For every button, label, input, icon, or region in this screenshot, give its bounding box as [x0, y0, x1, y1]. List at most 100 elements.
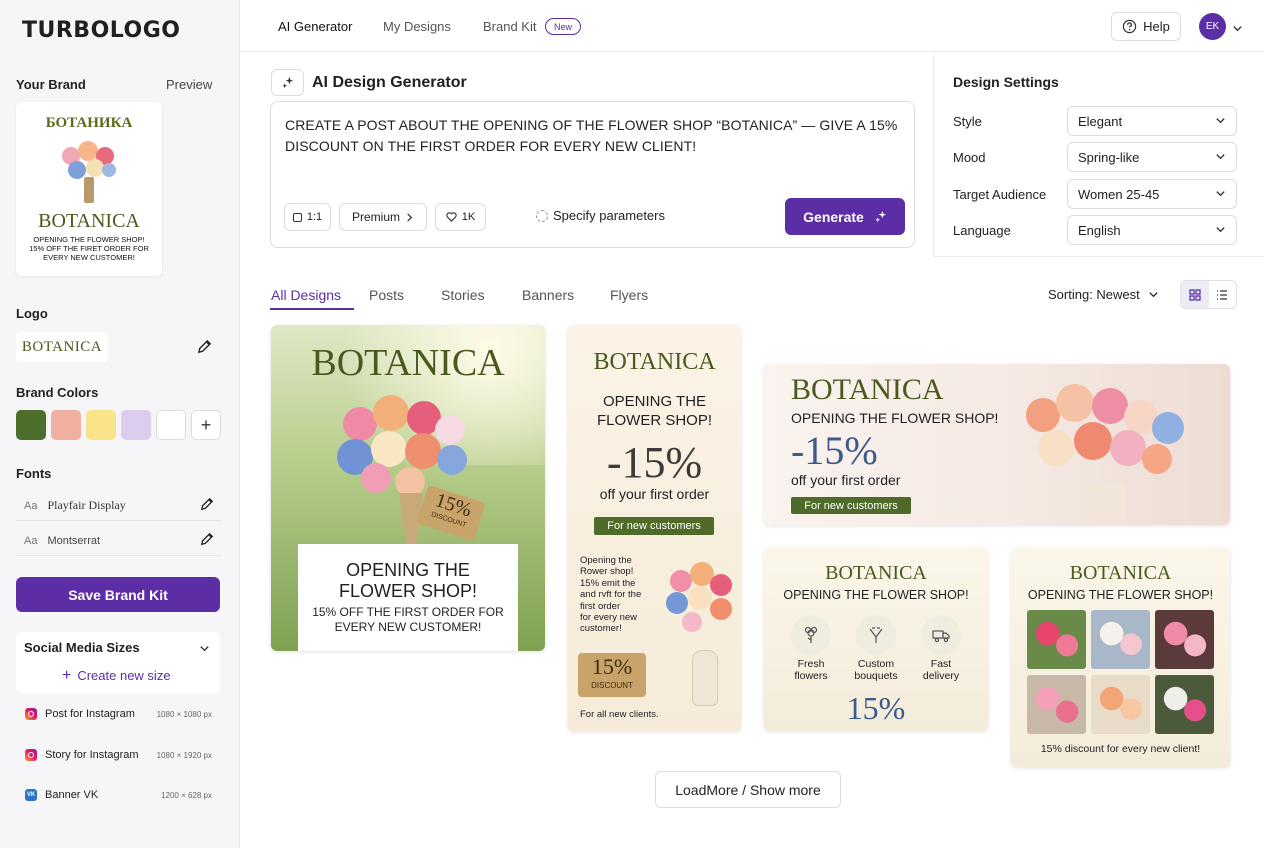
brand-color-swatch[interactable] — [16, 410, 46, 440]
nav-ai-generator[interactable]: AI Generator — [278, 19, 352, 34]
chevron-down-icon — [1216, 118, 1225, 124]
mood-label: Mood — [953, 150, 986, 165]
square-icon — [292, 212, 302, 222]
plus-icon: + — [62, 666, 72, 684]
list-view-icon[interactable] — [1209, 281, 1237, 308]
save-brand-kit-button[interactable]: Save Brand Kit — [16, 577, 220, 612]
preview-link[interactable]: Preview — [166, 77, 212, 92]
tab-flyers[interactable]: Flyers — [610, 287, 648, 303]
story-discount: -15% — [606, 438, 703, 487]
preview-line-2: 15% OFF THE FIRET ORDER FOR — [29, 244, 149, 253]
user-avatar[interactable]: EK — [1199, 13, 1226, 40]
vk-icon: VK — [25, 789, 37, 801]
fonts-heading: Fonts — [16, 466, 52, 481]
banner-discount: -15% — [791, 428, 878, 473]
design-card-post[interactable]: BOTANICA 15% DISCOUNT OPENING THE FLOWER… — [271, 325, 545, 651]
size-dims: 1200 × 628 px — [161, 790, 212, 800]
bouquet-image — [58, 137, 120, 205]
prompt-card: CREATE A POST ABOUT THE OPENING OF THE F… — [270, 101, 915, 248]
brand-color-swatch[interactable] — [156, 410, 186, 440]
grid-view-icon[interactable] — [1181, 281, 1209, 308]
language-select[interactable]: English — [1067, 215, 1237, 245]
story-para-line: Rower shop! — [580, 566, 634, 578]
brand-color-swatch[interactable] — [121, 410, 151, 440]
quality-label: Premium — [351, 210, 400, 224]
post-title: BOTANICA — [311, 342, 505, 384]
style-label: Style — [953, 114, 982, 129]
prompt-input[interactable]: CREATE A POST ABOUT THE OPENING OF THE F… — [285, 115, 900, 157]
tab-stories[interactable]: Stories — [441, 287, 485, 303]
design-card-banner[interactable]: BOTANICA OPENING THE FLOWER SHOP! -15% o… — [764, 364, 1230, 525]
features-title: BOTANICA — [825, 562, 927, 584]
chevron-down-icon[interactable] — [1232, 21, 1243, 39]
style-select[interactable]: Elegant — [1067, 106, 1237, 136]
help-button[interactable]: Help — [1111, 12, 1181, 41]
feature-line: Fast — [930, 658, 952, 670]
audience-value: Women 25-45 — [1078, 186, 1160, 202]
story-title: BOTANICA — [593, 349, 716, 375]
specify-parameters-link[interactable]: Specify parameters — [536, 208, 665, 223]
style-value: Elegant — [1078, 113, 1123, 129]
preview-title: BOTANICA — [38, 210, 140, 232]
edit-logo-icon[interactable] — [197, 339, 212, 359]
nav-brand-kit[interactable]: Brand Kit — [483, 19, 536, 34]
font-row[interactable]: Aa Playfair Display — [16, 491, 222, 521]
quality-chip[interactable]: Premium — [339, 203, 427, 231]
flower-photo — [1155, 610, 1214, 669]
mood-select[interactable]: Spring-like — [1067, 142, 1237, 172]
banner-headline: OPENING THE FLOWER SHOP! — [791, 410, 999, 426]
sorting-dropdown[interactable]: Sorting: Newest — [1048, 287, 1159, 302]
audience-select[interactable]: Women 25-45 — [1067, 179, 1237, 209]
flower-photo — [1027, 610, 1086, 669]
count-chip[interactable]: 1K — [435, 203, 486, 231]
brand-color-swatch[interactable] — [51, 410, 81, 440]
flower-icon — [791, 615, 831, 655]
create-size-link[interactable]: + Create new size — [62, 666, 171, 684]
size-item[interactable]: Post for Instagram 1080 × 1080 px — [16, 699, 220, 729]
feature-label: Custom bouquets — [841, 658, 911, 682]
chevron-down-icon[interactable] — [199, 641, 210, 659]
font-row[interactable]: Aa Montserrat — [16, 526, 222, 556]
design-card-features[interactable]: BOTANICA OPENING THE FLOWER SHOP! Fresh … — [764, 548, 988, 731]
edit-font-icon[interactable] — [200, 497, 214, 514]
add-color-button[interactable]: + — [191, 410, 221, 440]
feature-line: delivery — [922, 670, 960, 682]
chevron-down-icon — [1216, 227, 1225, 233]
flower-photo — [1155, 675, 1214, 734]
tab-posts[interactable]: Posts — [369, 287, 404, 303]
feature-label: Fast delivery — [906, 658, 976, 682]
nav-my-designs[interactable]: My Designs — [383, 19, 451, 34]
preview-line-3: EVERY NEW CUSTOMER! — [43, 253, 135, 262]
post-text-box: OPENING THE FLOWER SHOP! 15% OFF THE FIR… — [298, 544, 518, 651]
brand-preview-card[interactable]: БОТАНИКА BOTANICA OPENING THE FLOWER SHO… — [16, 102, 162, 276]
logo-heading: Logo — [16, 306, 48, 321]
feature-label: Fresh flowers — [776, 658, 846, 682]
generate-button[interactable]: Generate — [785, 198, 905, 235]
design-card-grid[interactable]: BOTANICA OPENING THE FLOWER SHOP! 15% di… — [1011, 548, 1230, 767]
ratio-chip[interactable]: 1:1 — [284, 203, 331, 231]
design-card-story[interactable]: BOTANICA OPENING THE FLOWER SHOP! -15% o… — [568, 325, 741, 731]
help-label: Help — [1143, 19, 1170, 34]
heart-icon — [446, 212, 457, 222]
brand-color-swatch[interactable] — [86, 410, 116, 440]
sorting-label: Sorting: Newest — [1048, 287, 1140, 302]
tag-value: 15% — [591, 654, 633, 679]
post-line-3: 15% OFF THE FIRST ORDER FOR — [312, 605, 504, 619]
tab-banners[interactable]: Banners — [522, 287, 574, 303]
help-icon — [1122, 19, 1137, 34]
chevron-right-icon — [407, 212, 413, 222]
grid-headline: OPENING THE FLOWER SHOP! — [1027, 588, 1214, 602]
edit-font-icon[interactable] — [200, 532, 214, 549]
preview-line-1: OPENING THE FLOWER SHOP! — [33, 235, 145, 244]
font-prefix: Aa — [24, 534, 38, 547]
tag-label: DISCOUNT — [591, 681, 633, 690]
social-sizes-heading: Social Media Sizes — [24, 640, 140, 655]
size-item[interactable]: Story for Instagram 1080 × 1920 px — [16, 740, 220, 770]
tab-all-designs[interactable]: All Designs — [271, 287, 341, 303]
chevron-down-icon — [1216, 154, 1225, 160]
size-item[interactable]: VK Banner VK 1200 × 628 px — [16, 780, 220, 810]
app-logo[interactable]: TURBOLOGO — [22, 18, 180, 43]
load-more-button[interactable]: LoadMore / Show more — [655, 771, 841, 808]
feature-line: flowers — [794, 670, 828, 682]
story-para-line: first order — [580, 600, 621, 612]
